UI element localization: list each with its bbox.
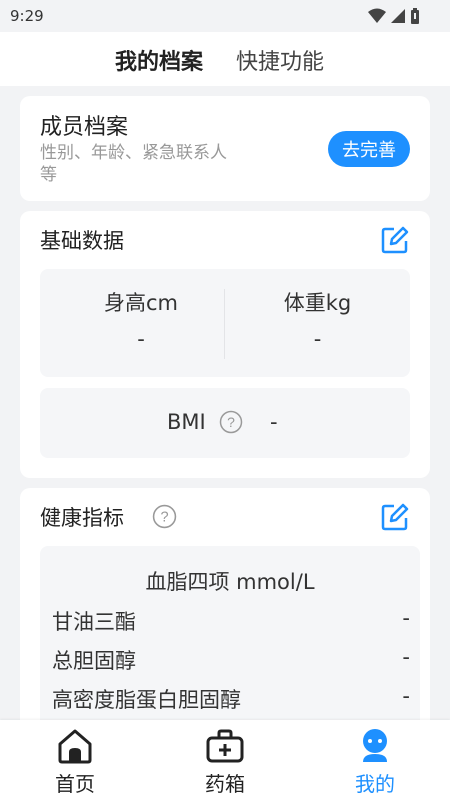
nav-item-mine[interactable]: 我的 bbox=[325, 726, 425, 797]
bmi-label: BMI bbox=[167, 410, 206, 434]
profile-icon bbox=[363, 729, 387, 762]
medicine-box-icon bbox=[206, 729, 244, 763]
status-time: 9:29 bbox=[10, 7, 44, 25]
height-weight-box[interactable]: 身高cm - 体重kg - bbox=[40, 269, 410, 377]
weight-label: 体重kg bbox=[283, 291, 352, 315]
weight-column: 体重kg - bbox=[225, 287, 410, 351]
height-value: - bbox=[137, 327, 145, 351]
height-label: 身高cm bbox=[103, 291, 178, 315]
basic-data-title: 基础数据 bbox=[40, 229, 124, 253]
tab-my-profile[interactable]: 我的档案 bbox=[115, 44, 203, 76]
member-profile-card[interactable]: 成员档案 性别、年龄、紧急联系人等 去完善 bbox=[20, 96, 430, 201]
help-icon[interactable]: ? bbox=[152, 504, 177, 529]
edit-icon[interactable] bbox=[380, 502, 410, 532]
member-subtitle: 性别、年龄、紧急联系人等 bbox=[40, 143, 227, 185]
lipid-row-value: - bbox=[402, 606, 410, 630]
tab-quick-functions[interactable]: 快捷功能 bbox=[236, 44, 324, 76]
lipid-title: 血脂四项 mmol/L bbox=[145, 570, 315, 594]
complete-profile-button[interactable]: 去完善 bbox=[328, 131, 410, 167]
edit-icon[interactable] bbox=[380, 225, 410, 255]
home-icon bbox=[58, 729, 92, 764]
nav-item-home[interactable]: 首页 bbox=[25, 726, 125, 797]
lipid-box[interactable]: 血脂四项 mmol/L 甘油三酯 - 总胆固醇 - 高密度脂蛋白胆固醇 - bbox=[40, 546, 420, 746]
health-indicators-card: 健康指标 ? 血脂四项 mmol/L 甘油三酯 - 总胆固醇 - 高密度脂蛋白胆… bbox=[20, 488, 430, 748]
member-title: 成员档案 bbox=[40, 115, 129, 140]
lipid-row-value: - bbox=[402, 645, 410, 669]
height-column: 身高cm - bbox=[58, 287, 224, 351]
basic-data-card: 基础数据 身高cm - 体重kg - BMI ? - bbox=[20, 211, 430, 478]
bmi-value: - bbox=[270, 410, 278, 434]
wifi-icon bbox=[368, 8, 386, 23]
nav-label-medicine-box: 药箱 bbox=[205, 772, 245, 796]
lipid-row-value: - bbox=[402, 684, 410, 708]
lipid-row-label: 甘油三酯 bbox=[52, 610, 136, 634]
bmi-box: BMI ? - bbox=[40, 388, 410, 458]
health-indicators-title: 健康指标 bbox=[40, 506, 124, 530]
signal-icon bbox=[391, 9, 405, 23]
nav-item-medicine-box[interactable]: 药箱 bbox=[175, 726, 275, 797]
svg-text:?: ? bbox=[227, 414, 235, 430]
help-icon[interactable]: ? bbox=[219, 410, 243, 434]
lipid-row-hdl: 高密度脂蛋白胆固醇 - bbox=[52, 684, 410, 714]
status-icons bbox=[368, 8, 420, 24]
battery-icon bbox=[411, 8, 419, 24]
lipid-row-label: 总胆固醇 bbox=[52, 649, 136, 673]
weight-value: - bbox=[313, 327, 322, 351]
status-bar: 9:29 bbox=[0, 0, 450, 32]
header: 我的档案 快捷功能 bbox=[0, 32, 450, 86]
lipid-row-label: 高密度脂蛋白胆固醇 bbox=[52, 688, 241, 712]
nav-label-mine: 我的 bbox=[355, 772, 395, 796]
bottom-nav: 首页 药箱 我的 bbox=[0, 720, 450, 800]
lipid-row-total-cholesterol: 总胆固醇 - bbox=[52, 645, 410, 675]
lipid-row-triglycerides: 甘油三酯 - bbox=[52, 606, 410, 636]
svg-text:?: ? bbox=[160, 510, 168, 526]
nav-label-home: 首页 bbox=[55, 772, 95, 796]
